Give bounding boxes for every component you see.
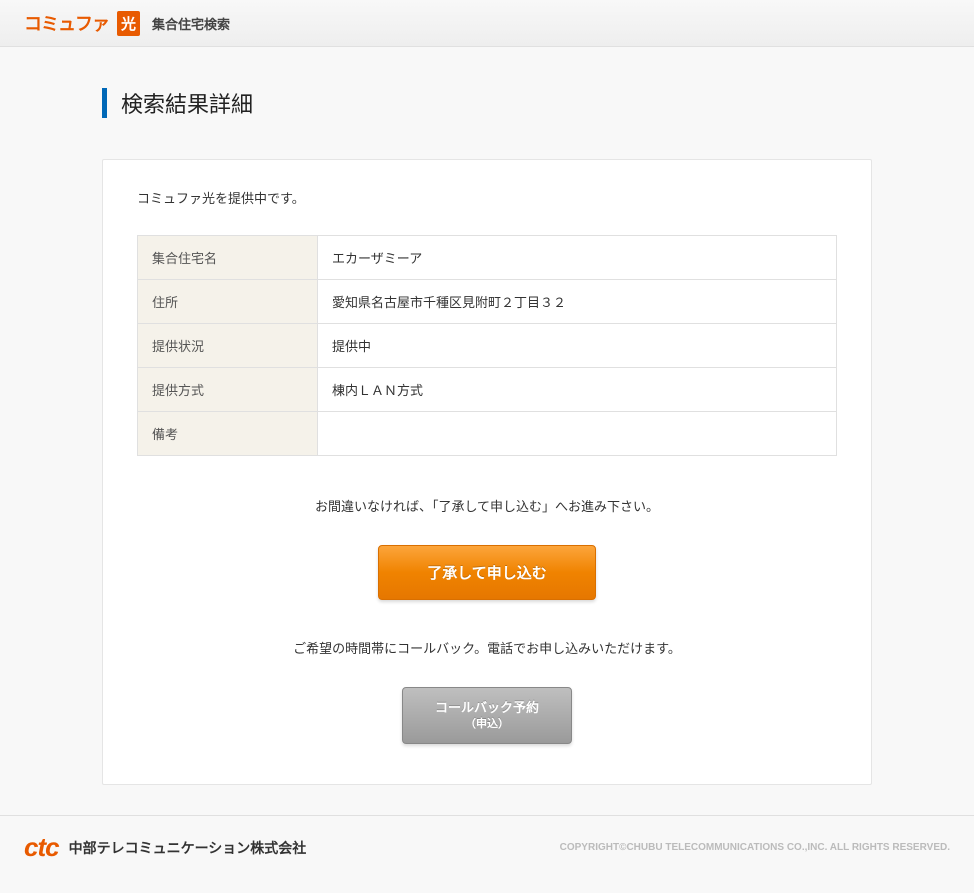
header-subtitle: 集合住宅検索: [152, 14, 230, 33]
table-value: 棟内ＬＡＮ方式: [318, 368, 837, 412]
table-row: 備考: [138, 412, 837, 456]
callback-button-main: コールバック予約: [435, 700, 539, 715]
table-value: 提供中: [318, 324, 837, 368]
table-label: 備考: [138, 412, 318, 456]
table-label: 提供状況: [138, 324, 318, 368]
detail-table: 集合住宅名 エカーザミーア 住所 愛知県名古屋市千種区見附町２丁目３２ 提供状況…: [137, 235, 837, 456]
table-label: 提供方式: [138, 368, 318, 412]
table-row: 提供状況 提供中: [138, 324, 837, 368]
accept-apply-button[interactable]: 了承して申し込む: [378, 545, 596, 600]
footer-logo: ctc: [24, 832, 59, 863]
table-value: [318, 412, 837, 456]
callback-reserve-button[interactable]: コールバック予約 （申込）: [402, 687, 572, 744]
table-value: エカーザミーア: [318, 236, 837, 280]
title-accent-bar: [102, 88, 107, 118]
table-value: 愛知県名古屋市千種区見附町２丁目３２: [318, 280, 837, 324]
table-label: 住所: [138, 280, 318, 324]
header-bar: コミュファ 光 集合住宅検索: [0, 0, 974, 47]
logo-hikari-icon: 光: [117, 11, 140, 36]
content-card: コミュファ光を提供中です。 集合住宅名 エカーザミーア 住所 愛知県名古屋市千種…: [102, 159, 872, 785]
instruction-callback: ご希望の時間帯にコールバック。電話でお申し込みいただけます。: [137, 638, 837, 657]
intro-text: コミュファ光を提供中です。: [137, 188, 837, 207]
table-row: 住所 愛知県名古屋市千種区見附町２丁目３２: [138, 280, 837, 324]
footer-copyright: COPYRIGHT©CHUBU TELECOMMUNICATIONS CO.,I…: [560, 842, 950, 853]
table-label: 集合住宅名: [138, 236, 318, 280]
footer: ctc 中部テレコミュニケーション株式会社 COPYRIGHT©CHUBU TE…: [0, 815, 974, 893]
instruction-accept: お間違いなければ、「了承して申し込む」へお進み下さい。: [137, 496, 837, 515]
table-row: 集合住宅名 エカーザミーア: [138, 236, 837, 280]
page-title-wrap: 検索結果詳細: [102, 87, 950, 119]
page-title: 検索結果詳細: [121, 87, 253, 119]
logo-brand-text: コミュファ: [24, 10, 109, 36]
callback-button-sub: （申込）: [435, 717, 539, 731]
footer-company-name: 中部テレコミュニケーション株式会社: [69, 838, 307, 858]
table-row: 提供方式 棟内ＬＡＮ方式: [138, 368, 837, 412]
